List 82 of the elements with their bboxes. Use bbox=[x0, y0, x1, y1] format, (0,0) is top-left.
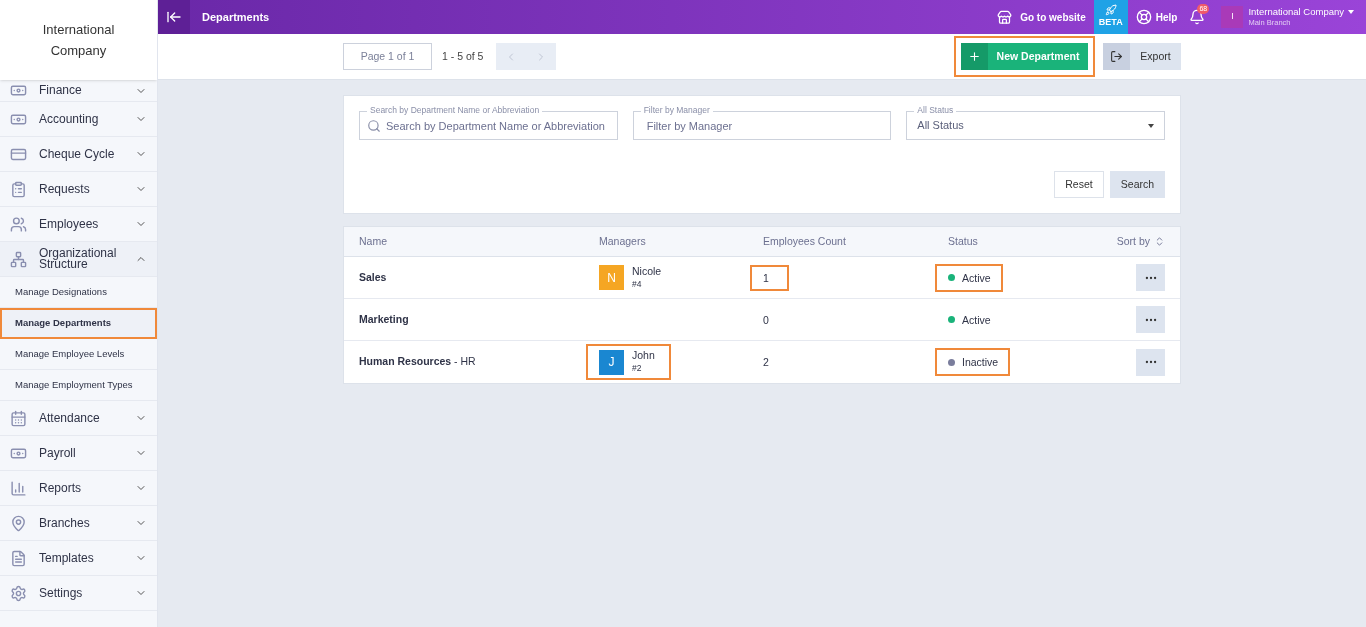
sidebar-item[interactable]: Payroll bbox=[0, 436, 157, 471]
company-logo-text[interactable]: International Company bbox=[24, 19, 133, 61]
more-actions-button[interactable] bbox=[1136, 264, 1165, 291]
sidebar-item-label: Accounting bbox=[39, 113, 100, 125]
sidebar-item-label: Cheque Cycle bbox=[39, 148, 116, 160]
search-icon bbox=[367, 119, 381, 133]
field-label: All Status bbox=[914, 104, 957, 116]
department-name: Sales bbox=[359, 269, 388, 285]
sidebar-item-label: Requests bbox=[39, 183, 91, 195]
select-value: All Status bbox=[917, 118, 965, 134]
dropdown-caret-icon bbox=[1148, 123, 1154, 128]
department-name: Human Resources - HR bbox=[359, 354, 477, 370]
export-button[interactable]: Export bbox=[1103, 43, 1181, 70]
users-icon bbox=[10, 215, 27, 233]
dropdown-caret-icon bbox=[1348, 10, 1354, 14]
sidebar-item-label: Settings bbox=[39, 587, 84, 599]
sidebar-item-label: Branches bbox=[39, 517, 91, 529]
sidebar-item-label: Organizational Structure bbox=[39, 248, 118, 270]
column-header: Managers bbox=[599, 233, 647, 249]
lifebuoy-icon bbox=[1135, 9, 1152, 25]
column-header: Status bbox=[948, 233, 979, 249]
page-title: Departments bbox=[202, 9, 270, 25]
sidebar-item[interactable]: Organizational Structure bbox=[0, 242, 157, 277]
sidebar-item[interactable]: Accounting bbox=[0, 102, 157, 137]
status-label: Inactive bbox=[935, 348, 1011, 376]
sidebar-item[interactable]: Branches bbox=[0, 506, 157, 541]
sidebar-item-label: Finance bbox=[39, 85, 83, 96]
account-avatar[interactable]: I bbox=[1221, 6, 1244, 28]
export-icon bbox=[1110, 50, 1123, 63]
rocket-icon bbox=[1104, 4, 1117, 17]
map-pin-icon bbox=[10, 514, 27, 532]
submenu-item[interactable]: Manage Departments bbox=[0, 308, 157, 339]
field-label: Search by Department Name or Abbreviation bbox=[367, 104, 543, 116]
hierarchy-icon bbox=[10, 250, 27, 268]
sidebar-item[interactable]: Attendance bbox=[0, 401, 157, 436]
reset-button[interactable]: Reset bbox=[1054, 171, 1104, 198]
clipboard-icon bbox=[10, 180, 27, 198]
bar-chart-icon bbox=[10, 479, 27, 497]
page-indicator: Page 1 of 1 bbox=[343, 43, 432, 70]
employees-count: 0 bbox=[762, 312, 770, 328]
sidebar-item-label: Attendance bbox=[39, 412, 101, 424]
status-label: Active bbox=[935, 305, 1003, 334]
manager-avatar: N bbox=[599, 265, 624, 290]
notification-bell-icon[interactable] bbox=[1189, 9, 1206, 25]
manager-name: Nicole bbox=[632, 264, 662, 278]
sort-icon bbox=[1154, 236, 1165, 247]
sidebar-item-label: Payroll bbox=[39, 447, 77, 459]
document-icon bbox=[10, 549, 27, 567]
calendar-icon bbox=[10, 409, 27, 427]
sort-by-button[interactable]: Sort by bbox=[1105, 233, 1165, 250]
sidebar-item[interactable]: Finance bbox=[0, 80, 157, 102]
more-actions-button[interactable] bbox=[1136, 306, 1165, 333]
sidebar-item-label: Reports bbox=[39, 482, 83, 494]
column-header: Name bbox=[359, 233, 388, 249]
employees-count: 1 bbox=[750, 264, 789, 291]
sidebar-item[interactable]: Reports bbox=[0, 471, 157, 506]
sidebar-item-label: Templates bbox=[39, 552, 95, 564]
collapse-sidebar-button[interactable] bbox=[158, 0, 190, 34]
account-name[interactable]: International Company bbox=[1248, 6, 1344, 18]
settings-icon bbox=[10, 584, 27, 602]
employees-count: 2 bbox=[762, 355, 770, 370]
sidebar-item[interactable]: Templates bbox=[0, 541, 157, 576]
department-name: Marketing bbox=[359, 311, 410, 327]
collapse-arrow-icon bbox=[166, 9, 182, 25]
status-label: Active bbox=[935, 263, 1003, 292]
sidebar-item[interactable]: Settings bbox=[0, 576, 157, 611]
range-label: 1 - 5 of 5 bbox=[442, 48, 484, 64]
sidebar-item[interactable]: Requests bbox=[0, 172, 157, 207]
manager-name: John bbox=[632, 349, 655, 362]
store-icon bbox=[997, 9, 1013, 25]
sidebar-item[interactable]: Cheque Cycle bbox=[0, 137, 157, 172]
plus-icon bbox=[968, 50, 981, 63]
search-button[interactable]: Search bbox=[1110, 171, 1165, 198]
manager-code: #4 bbox=[632, 277, 643, 291]
column-header: Employees Count bbox=[763, 233, 847, 249]
help-link[interactable]: Help bbox=[1135, 9, 1178, 25]
sidebar-item-label: Employees bbox=[39, 218, 100, 230]
more-actions-button[interactable] bbox=[1136, 348, 1165, 376]
go-to-website-link[interactable]: Go to website bbox=[997, 9, 1086, 25]
field-label: Filter by Manager bbox=[640, 104, 713, 116]
manager-avatar: J bbox=[599, 349, 624, 375]
manager-code: #2 bbox=[632, 362, 643, 375]
